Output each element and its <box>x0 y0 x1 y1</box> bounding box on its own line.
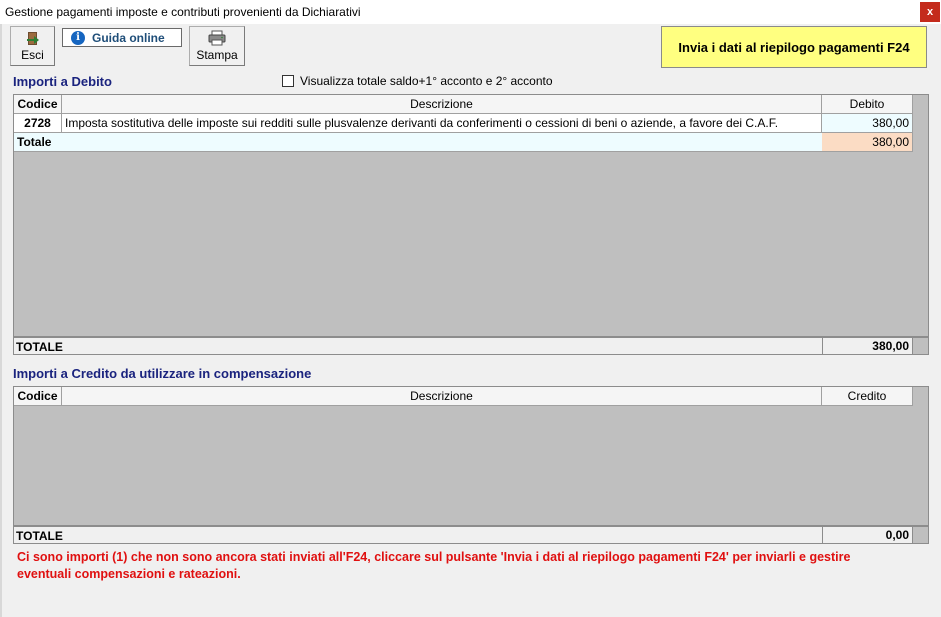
debito-col-debito[interactable]: Debito <box>822 95 913 114</box>
debito-row-codice[interactable]: 2728 <box>14 114 62 133</box>
credito-section-title: Importi a Credito da utilizzare in compe… <box>13 366 312 381</box>
debito-total-scroll-end <box>912 338 928 354</box>
debito-subtotal-value: 380,00 <box>822 133 913 152</box>
invia-f24-button[interactable]: Invia i dati al riepilogo pagamenti F24 <box>661 26 927 68</box>
window-left-edge <box>0 24 2 617</box>
debito-total-label: TOTALE <box>16 340 63 354</box>
title-bar: Gestione pagamenti imposte e contributi … <box>0 0 941 24</box>
credito-col-credito[interactable]: Credito <box>822 387 913 406</box>
warning-line-1: Ci sono importi (1) che non sono ancora … <box>17 550 851 564</box>
guida-online-button[interactable]: i Guida online <box>62 28 182 47</box>
credito-col-descrizione[interactable]: Descrizione <box>62 387 822 406</box>
debito-grid[interactable]: Codice Descrizione Debito 2728 Imposta s… <box>13 94 929 337</box>
visualizza-totale-label: Visualizza totale saldo+1° acconto e 2° … <box>300 74 553 88</box>
printer-icon <box>208 30 226 46</box>
guida-online-label: Guida online <box>92 30 165 45</box>
debito-total-bar: TOTALE 380,00 <box>13 337 929 355</box>
credito-col-codice[interactable]: Codice <box>14 387 62 406</box>
window-title: Gestione pagamenti imposte e contributi … <box>5 5 361 19</box>
credito-grid[interactable]: Codice Descrizione Credito <box>13 386 929 526</box>
credito-total-scroll-end <box>912 527 928 543</box>
credito-total-label: TOTALE <box>16 529 63 543</box>
credito-total-value: 0,00 <box>822 527 912 543</box>
debito-row-descrizione[interactable]: Imposta sostitutiva delle imposte sui re… <box>62 114 822 133</box>
esci-button[interactable]: Esci <box>10 26 55 66</box>
debito-section-title: Importi a Debito <box>13 74 112 89</box>
exit-door-icon <box>27 32 39 45</box>
debito-col-descrizione[interactable]: Descrizione <box>62 95 822 114</box>
checkbox-box[interactable] <box>282 75 294 87</box>
stampa-label: Stampa <box>196 48 238 62</box>
debito-row-importo[interactable]: 380,00 <box>822 114 913 133</box>
warning-line-2: eventuali compensazioni e rateazioni. <box>17 567 241 581</box>
credito-total-bar: TOTALE 0,00 <box>13 526 929 544</box>
esci-label: Esci <box>21 48 44 62</box>
info-icon: i <box>71 30 85 45</box>
close-button[interactable]: x <box>920 2 940 22</box>
warning-message: Ci sono importi (1) che non sono ancora … <box>17 549 927 583</box>
debito-subtotal-label: Totale <box>14 133 822 152</box>
visualizza-totale-checkbox[interactable]: Visualizza totale saldo+1° acconto e 2° … <box>282 74 553 88</box>
close-icon: x <box>926 6 934 18</box>
invia-f24-label: Invia i dati al riepilogo pagamenti F24 <box>678 39 910 55</box>
debito-total-value: 380,00 <box>822 338 912 354</box>
debito-col-codice[interactable]: Codice <box>14 95 62 114</box>
stampa-button[interactable]: Stampa <box>189 26 245 66</box>
